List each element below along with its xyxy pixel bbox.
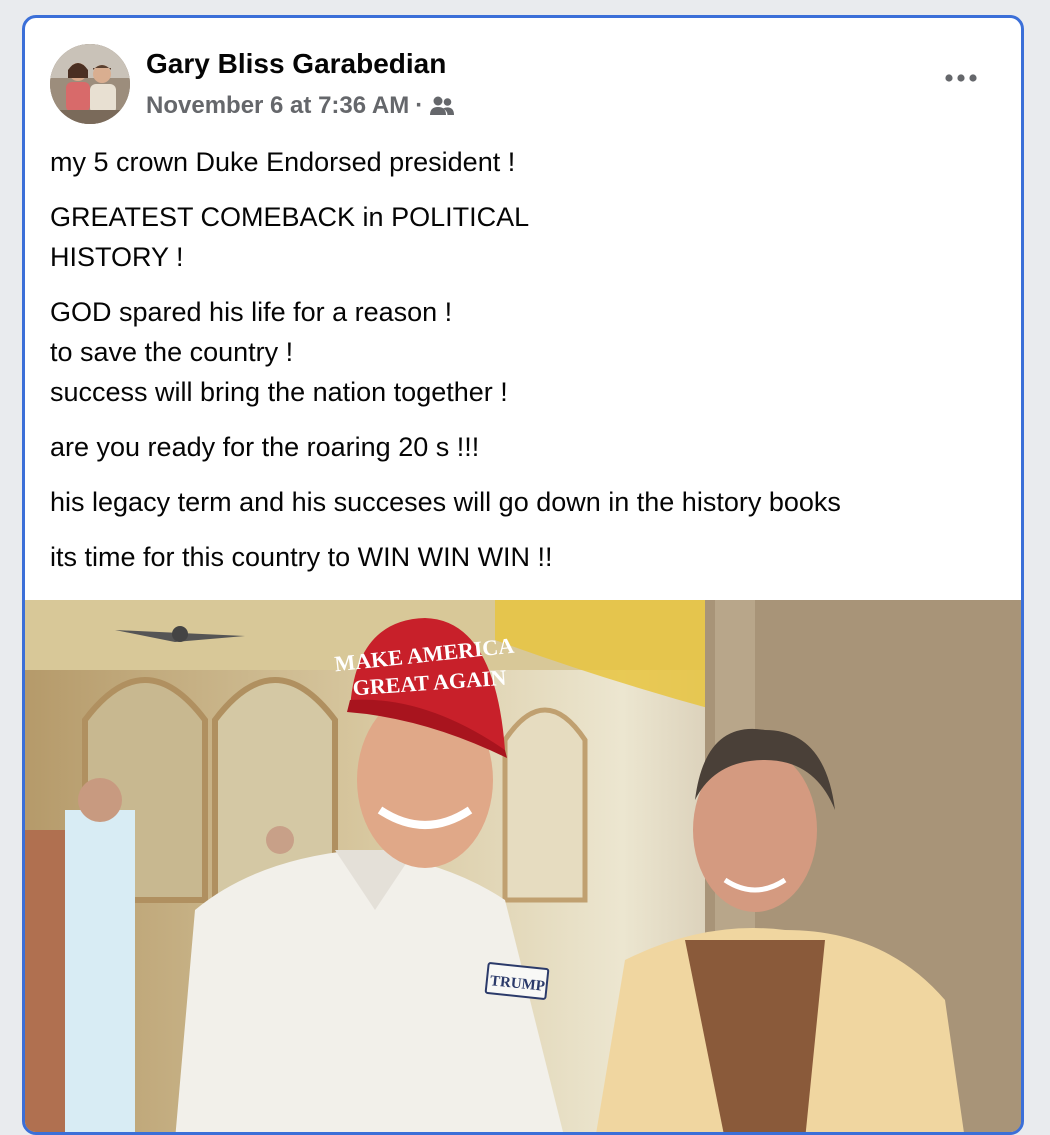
friends-icon[interactable]	[429, 95, 455, 117]
avatar-image	[50, 44, 130, 124]
post-card: Gary Bliss Garabedian November 6 at 7:36…	[22, 15, 1024, 1135]
photo-image: MAKE AMERICA GREAT AGAIN TRUMP	[25, 600, 1021, 1132]
author-name[interactable]: Gary Bliss Garabedian	[146, 48, 446, 80]
post-paragraph: its time for this country to WIN WIN WIN…	[50, 542, 553, 572]
meta-separator: ·	[415, 92, 424, 119]
post-paragraph: are you ready for the roaring 20 s !!!	[50, 432, 480, 462]
post-body: my 5 crown Duke Endorsed president ! GRE…	[50, 142, 1000, 592]
post-photo[interactable]: MAKE AMERICA GREAT AGAIN TRUMP	[25, 600, 1021, 1132]
post-paragraph: GOD spared his life for a reason ! to sa…	[50, 297, 508, 407]
post-timestamp[interactable]: November 6 at 7:36 AM	[146, 92, 409, 120]
more-options-icon	[945, 74, 977, 82]
author-avatar[interactable]	[50, 44, 130, 124]
more-options-button[interactable]	[943, 66, 979, 90]
post-paragraph: his legacy term and his succeses will go…	[50, 487, 841, 517]
post-paragraph: my 5 crown Duke Endorsed president !	[50, 147, 516, 177]
post-paragraph: GREATEST COMEBACK in POLITICAL HISTORY !	[50, 202, 530, 272]
post-meta: November 6 at 7:36 AM ·	[146, 92, 455, 120]
